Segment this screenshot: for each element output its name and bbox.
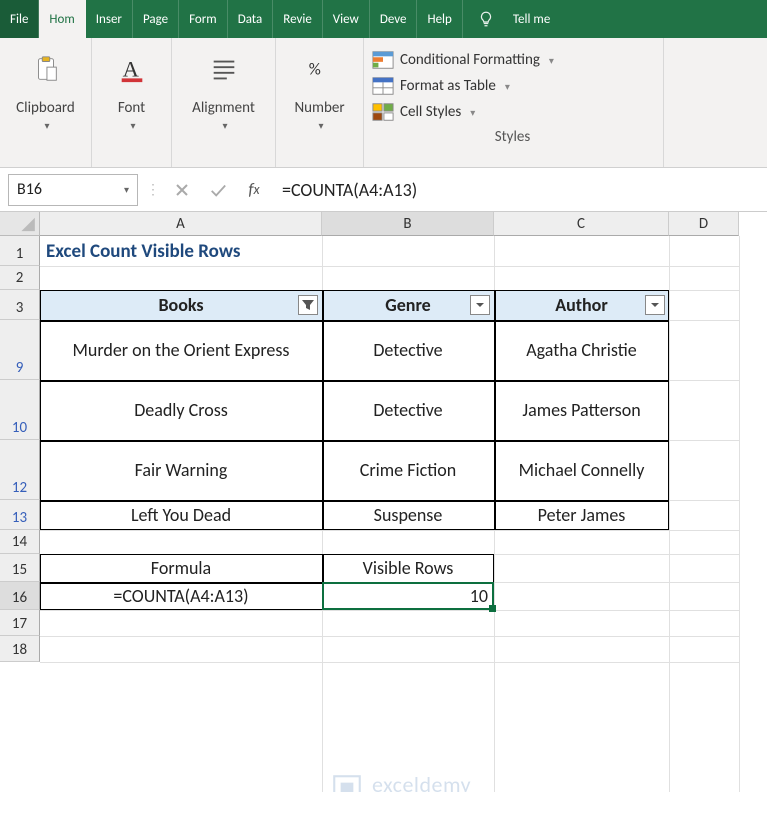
group-styles: Conditional Formatting▾ Format as Table▾… (364, 38, 664, 167)
insert-function-button[interactable]: fx (240, 176, 268, 204)
tab-page-layout[interactable]: Page (133, 0, 179, 38)
group-number[interactable]: % Number▾ (276, 38, 364, 167)
row-header-9[interactable]: 9 (0, 320, 40, 380)
col-header-D[interactable]: D (669, 212, 739, 236)
tab-home[interactable]: Hom (39, 0, 85, 38)
row-header-17[interactable]: 17 (0, 610, 40, 636)
select-all-corner[interactable] (0, 212, 40, 236)
fbar-separator: ⋮ (146, 181, 160, 198)
tab-review[interactable]: Revie (273, 0, 323, 38)
group-font[interactable]: A Font▾ (92, 38, 172, 167)
sheet-title[interactable]: Excel Count Visible Rows (40, 236, 440, 266)
row-header-13[interactable]: 13 (0, 500, 40, 530)
name-box[interactable]: B16 ▾ (8, 174, 138, 206)
conditional-formatting-button[interactable]: Conditional Formatting▾ (372, 50, 554, 70)
col-header-A[interactable]: A (40, 212, 322, 236)
enter-formula-button[interactable] (204, 176, 232, 204)
formula-input[interactable]: =COUNTA(A4:A13) (276, 174, 759, 206)
group-styles-label: Styles (370, 128, 655, 150)
tab-file[interactable]: File (0, 0, 39, 38)
cancel-formula-button[interactable] (168, 176, 196, 204)
namebox-dropdown-icon[interactable]: ▾ (124, 183, 129, 196)
row-header-10[interactable]: 10 (0, 380, 40, 440)
ribbon-body: Clipboard▾ A Font▾ Alignment▾ % Number▾ … (0, 38, 767, 168)
col-header-C[interactable]: C (494, 212, 669, 236)
group-number-label: Number▾ (294, 100, 344, 135)
svg-text:%: % (308, 59, 320, 80)
font-icon: A (117, 44, 147, 94)
row-header-3[interactable]: 3 (0, 290, 40, 320)
group-font-label: Font▾ (118, 100, 145, 135)
group-alignment[interactable]: Alignment▾ (172, 38, 276, 167)
cell-styles-button[interactable]: Cell Styles▾ (372, 102, 475, 122)
row-header-15[interactable]: 15 (0, 554, 40, 582)
row-header-2[interactable]: 2 (0, 266, 40, 290)
group-clipboard-label: Clipboard▾ (16, 100, 75, 135)
table-border (40, 290, 669, 530)
format-as-table-button[interactable]: Format as Table▾ (372, 76, 510, 96)
tab-insert[interactable]: Inser (86, 0, 133, 38)
conditional-formatting-icon (372, 50, 394, 70)
tab-data[interactable]: Data (228, 0, 274, 38)
number-icon: % (305, 44, 335, 94)
group-alignment-label: Alignment▾ (192, 100, 255, 135)
tellme-icon (477, 0, 495, 38)
watermark: exceldemyEXCEL · DATA · AI (330, 771, 484, 792)
row-header-14[interactable]: 14 (0, 530, 40, 554)
cell-styles-icon (372, 102, 394, 122)
col-header-B[interactable]: B (322, 212, 494, 236)
row-header-18[interactable]: 18 (0, 636, 40, 662)
tab-developer[interactable]: Deve (370, 0, 418, 38)
row-header-1[interactable]: 1 (0, 236, 40, 266)
group-clipboard[interactable]: Clipboard▾ (0, 38, 92, 167)
worksheet-grid[interactable]: ABCD 12391012131415161718 Excel Count Vi… (0, 212, 767, 792)
format-as-table-icon (372, 76, 394, 96)
row-header-16[interactable]: 16 (0, 582, 40, 610)
formula-bar: B16 ▾ ⋮ fx =COUNTA(A4:A13) (0, 168, 767, 212)
tab-tellme[interactable]: Tell me (503, 0, 560, 38)
clipboard-icon (31, 44, 61, 94)
tab-view[interactable]: View (323, 0, 370, 38)
svg-text:A: A (122, 57, 139, 82)
tab-help[interactable]: Help (417, 0, 462, 38)
row-header-12[interactable]: 12 (0, 440, 40, 500)
tab-formulas[interactable]: Form (179, 0, 228, 38)
alignment-icon (209, 44, 239, 94)
ribbon-tabs: File Hom Inser Page Form Data Revie View… (0, 0, 767, 38)
